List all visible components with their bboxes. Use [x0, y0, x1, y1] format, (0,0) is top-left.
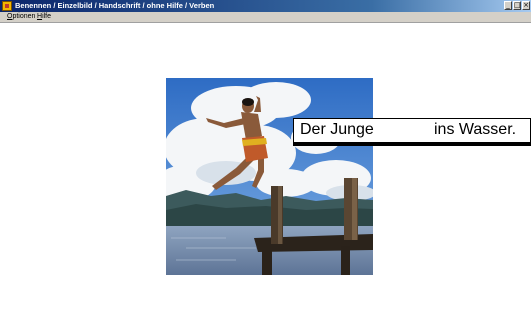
- sentence-end: ins Wasser.: [434, 121, 517, 138]
- title-bar: Benennen / Einzelbild / Handschrift / oh…: [0, 0, 531, 12]
- minimize-icon[interactable]: _: [504, 1, 512, 10]
- sentence-answer-box[interactable]: Der Junge ins Wasser.: [293, 118, 531, 143]
- close-icon[interactable]: ×: [522, 1, 530, 10]
- menu-hilfe[interactable]: Hilfe: [37, 12, 51, 22]
- app-icon[interactable]: [2, 1, 12, 11]
- window-title: Benennen / Einzelbild / Handschrift / oh…: [15, 1, 215, 10]
- sentence-start: Der Junge: [300, 121, 374, 138]
- maximize-icon[interactable]: □: [513, 1, 521, 10]
- menu-bar: Optionen Hilfe: [0, 12, 531, 23]
- menu-optionen[interactable]: Optionen: [7, 12, 35, 22]
- exercise-photo: [166, 78, 373, 275]
